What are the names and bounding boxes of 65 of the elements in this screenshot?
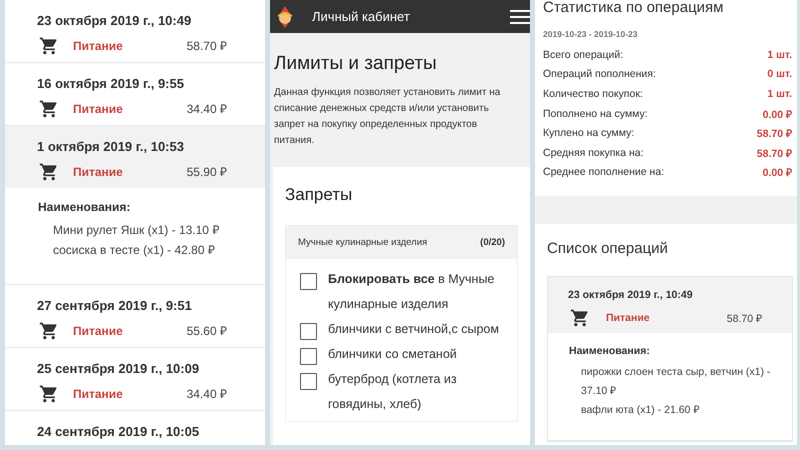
operation-date: 24 сентября 2019 г., 10:05 xyxy=(37,424,200,440)
description-text: Данная функция позволяет установить лимит на списание денежных средств и/или установить запрет на покупку определенных продуктов питания. xyxy=(273,86,502,148)
stat-label: Всего операций: xyxy=(543,48,624,61)
stats-title: Статистика по операциям xyxy=(543,0,724,16)
option-label: бутерброд (котлета из говядины, хлеб) xyxy=(328,371,458,413)
stat-value: 58.70 ₽ xyxy=(756,127,792,140)
category-name: Мучные кулинарные изделия xyxy=(298,237,428,248)
cart-icon xyxy=(39,162,59,182)
cart-icon xyxy=(39,320,59,340)
checkbox[interactable] xyxy=(300,323,317,340)
app-bar-title: Личный кабинет xyxy=(312,9,411,24)
stat-label: Средняя покупка на: xyxy=(543,146,644,159)
operation-date: 27 сентября 2019 г., 9:51 xyxy=(37,298,193,314)
cart-icon xyxy=(39,36,59,56)
category-count: (0/20) xyxy=(480,237,505,248)
stat-value: 1 шт. xyxy=(767,48,792,61)
purchase-item: Мини рулет Яшк (x1) - 13.10 ₽ xyxy=(52,222,220,239)
card-title: Запреты xyxy=(285,184,354,206)
category-label: Питание xyxy=(606,312,651,324)
stat-value: 58.70 ₽ xyxy=(756,146,792,160)
operation-date: 1 октября 2019 г., 10:53 xyxy=(37,139,185,155)
option-label: блинчики со сметаной xyxy=(328,346,457,363)
stat-label: Операций пополнения: xyxy=(543,68,656,80)
category-label: Питание xyxy=(73,324,124,338)
purchase-item: вафли юта (x1) - 21.60 ₽ xyxy=(580,403,700,418)
period-label: 2019-10-23 - 2019-10-23 xyxy=(543,29,639,39)
checkbox[interactable] xyxy=(300,273,317,290)
stat-label: Количество покупок: xyxy=(543,88,643,100)
operation-amount: 55.60 ₽ xyxy=(186,323,227,339)
category-label: Питание xyxy=(73,164,124,178)
stat-value: 1 шт. xyxy=(767,88,792,100)
purchase-item: сосиска в тесте (x1) - 42.80 ₽ xyxy=(52,242,216,259)
stat-label: Среднее пополнение на: xyxy=(543,166,664,178)
stat-label: Куплено на сумму: xyxy=(543,127,634,140)
operation-header[interactable]: 23 октября 2019 г., 10:49 Питание 58.70 ₽ xyxy=(548,277,792,334)
stat-value: 0.00 ₽ xyxy=(762,166,792,180)
items-title: Наименования: xyxy=(569,345,651,358)
cart-icon xyxy=(39,98,59,118)
stat-value: 0.00 ₽ xyxy=(762,108,792,121)
operation-date: 16 октября 2019 г., 9:55 xyxy=(37,76,185,92)
category-label: Питание xyxy=(73,38,124,52)
operation-amount: 34.40 ₽ xyxy=(186,386,227,402)
category-header[interactable]: Мучные кулинарные изделия (0/20) xyxy=(286,226,517,259)
stat-label: Пополнено на сумму: xyxy=(543,108,648,120)
operation-amount: 58.70 ₽ xyxy=(726,312,762,326)
operation-amount: 34.40 ₽ xyxy=(186,101,227,117)
checkbox[interactable] xyxy=(300,348,317,365)
checkbox[interactable] xyxy=(300,373,317,390)
operation-date: 25 сентября 2019 г., 10:09 xyxy=(37,361,200,377)
operation-amount: 58.70 ₽ xyxy=(186,38,227,54)
cart-icon xyxy=(39,384,59,404)
cart-icon xyxy=(570,308,590,328)
list-title: Список операций xyxy=(547,239,669,260)
operation-header[interactable]: 1 октября 2019 г., 10:53 Питание 55.90 ₽ xyxy=(5,126,265,188)
operation-amount: 55.90 ₽ xyxy=(186,164,227,180)
logo-icon xyxy=(276,4,294,28)
items-title: Наименования: xyxy=(38,200,132,214)
menu-icon[interactable] xyxy=(510,8,530,24)
operation-date: 23 октября 2019 г., 10:49 xyxy=(37,13,192,29)
category-label: Питание xyxy=(73,386,124,400)
stat-value: 0 шт. xyxy=(767,68,792,80)
option-label: блинчики с ветчиной,с сыром xyxy=(328,321,499,338)
category-label: Питание xyxy=(73,102,124,116)
operation-date: 23 октября 2019 г., 10:49 xyxy=(568,288,694,304)
page-heading: Лимиты и запреты xyxy=(273,52,438,75)
